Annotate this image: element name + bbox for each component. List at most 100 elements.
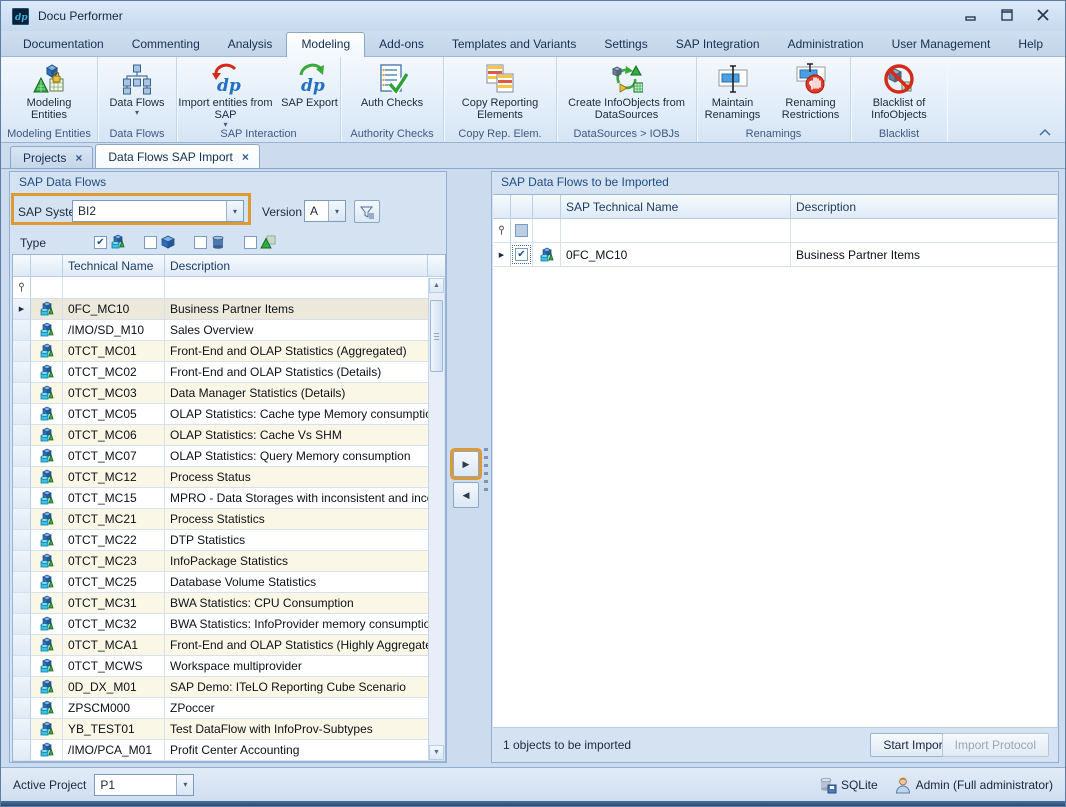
column-header-technical-name[interactable]: Technical Name: [63, 255, 165, 277]
technical-name-cell: 0TCT_MC03: [63, 383, 165, 404]
table-row[interactable]: 0TCT_MC07 OLAP Statistics: Query Memory …: [13, 446, 445, 467]
tab-settings[interactable]: Settings: [590, 33, 661, 56]
filter-button[interactable]: [354, 200, 380, 223]
table-row[interactable]: 0TCT_MC05 OLAP Statistics: Cache type Me…: [13, 404, 445, 425]
table-row[interactable]: ▶ ✔ 0FC_MC10 Business Partner Items: [493, 243, 1057, 267]
collapse-ribbon-icon[interactable]: [1039, 128, 1051, 136]
tab-modeling[interactable]: Modeling: [286, 32, 365, 57]
scrollbar-thumb[interactable]: [430, 300, 443, 372]
table-row[interactable]: 0FC_MC10 Business Partner Items: [13, 299, 445, 320]
filter-icon: [359, 204, 375, 220]
table-row[interactable]: 0TCT_MCA1 Front-End and OLAP Statistics …: [13, 635, 445, 656]
row-indicator: [13, 383, 31, 404]
auth-checks-icon: [376, 63, 408, 95]
table-row[interactable]: 0TCT_MC03 Data Manager Statistics (Detai…: [13, 383, 445, 404]
table-row[interactable]: /IMO/PCA_M01 Profit Center Accounting: [13, 740, 445, 761]
tab-documentation[interactable]: Documentation: [9, 33, 118, 56]
table-row[interactable]: 0TCT_MC23 InfoPackage Statistics: [13, 551, 445, 572]
table-row[interactable]: /IMO/SD_M10 Sales Overview: [13, 320, 445, 341]
filter-cell[interactable]: [165, 277, 445, 299]
title-bar[interactable]: dp Docu Performer: [1, 1, 1065, 31]
panel-splitter[interactable]: [484, 448, 488, 492]
infocube-checkbox[interactable]: [144, 236, 157, 249]
version-combo[interactable]: A ▾: [304, 200, 346, 222]
table-row[interactable]: 0D_DX_M01 SAP Demo: ITeLO Reporting Cube…: [13, 677, 445, 698]
table-row[interactable]: 0TCT_MC22 DTP Statistics: [13, 530, 445, 551]
table-row[interactable]: 0TCT_MC01 Front-End and OLAP Statistics …: [13, 341, 445, 362]
multiprovider-checkbox[interactable]: ✔: [94, 236, 107, 249]
multiprovider-icon: [31, 446, 63, 467]
description-cell: DTP Statistics: [165, 530, 445, 551]
row-checkbox[interactable]: ✔: [515, 248, 528, 261]
auth-checks-button[interactable]: Auth Checks: [349, 60, 435, 110]
data-flows-icon: [121, 63, 153, 95]
filter-cell[interactable]: [511, 219, 533, 243]
filter-cell[interactable]: [791, 219, 1057, 243]
multiprovider-icon: [31, 299, 63, 320]
table-row[interactable]: 0TCT_MC12 Process Status: [13, 467, 445, 488]
vertical-scrollbar[interactable]: ▲ ▼: [428, 278, 444, 760]
column-header-description[interactable]: Description: [791, 195, 1057, 219]
renaming-restrictions-button[interactable]: Renaming Restrictions: [770, 60, 852, 122]
table-row[interactable]: 0TCT_MC31 BWA Statistics: CPU Consumptio…: [13, 593, 445, 614]
datastore-icon: [210, 234, 226, 250]
table-row[interactable]: 0TCT_MC21 Process Statistics: [13, 509, 445, 530]
import-protocol-button[interactable]: Import Protocol: [942, 733, 1049, 757]
table-row[interactable]: YB_TEST01 Test DataFlow with InfoProv-Su…: [13, 719, 445, 740]
import-entities-from-sap-button[interactable]: Import entities from SAP ▾: [175, 60, 277, 129]
close-button[interactable]: [1035, 8, 1051, 22]
tab-user-management[interactable]: User Management: [878, 33, 1005, 56]
column-header-description[interactable]: Description: [165, 255, 428, 277]
filter-cell[interactable]: [533, 219, 561, 243]
chevron-down-icon[interactable]: ▾: [328, 201, 345, 221]
blacklist-of-infoobjects-button[interactable]: Blacklist of InfoObjects: [856, 60, 942, 122]
scroll-down-icon[interactable]: ▼: [429, 745, 444, 760]
select-all-checkbox[interactable]: [515, 224, 528, 237]
tab-projects[interactable]: Projects ×: [10, 146, 93, 169]
row-checkbox-cell[interactable]: ✔: [511, 243, 533, 267]
minimize-button[interactable]: [963, 8, 979, 22]
user-status[interactable]: Admin (Full administrator): [894, 776, 1053, 794]
move-left-button[interactable]: ◀: [453, 482, 479, 508]
close-tab-icon[interactable]: ×: [75, 153, 82, 163]
chevron-down-icon[interactable]: ▾: [226, 201, 243, 221]
tab-analysis[interactable]: Analysis: [214, 33, 287, 56]
copy-reporting-elements-button[interactable]: Copy Reporting Elements: [447, 60, 553, 122]
tab-data-flows-sap-import[interactable]: Data Flows SAP Import ×: [95, 144, 260, 169]
maximize-button[interactable]: [999, 8, 1015, 22]
sap-system-combo[interactable]: BI2 ▾: [72, 200, 244, 222]
filter-cell[interactable]: [63, 277, 165, 299]
move-right-button[interactable]: ▶: [453, 451, 479, 477]
table-row[interactable]: ZPSCM000 ZPoccer: [13, 698, 445, 719]
database-icon: [819, 776, 837, 794]
tab-templates-and-variants[interactable]: Templates and Variants: [438, 33, 591, 56]
column-header-sap-technical-name[interactable]: SAP Technical Name: [561, 195, 791, 219]
sap-export-button[interactable]: SAP Export: [277, 60, 343, 110]
chevron-down-icon[interactable]: ▾: [176, 775, 193, 795]
modeling-entities-button[interactable]: Modeling Entities: [11, 60, 87, 122]
create-infoobjects-button[interactable]: Create InfoObjects from DataSources: [559, 60, 695, 122]
tab-commenting[interactable]: Commenting: [118, 33, 214, 56]
datastore-checkbox[interactable]: [194, 236, 207, 249]
filter-cell[interactable]: [31, 277, 63, 299]
active-project-combo[interactable]: P1 ▾: [94, 774, 194, 796]
table-row[interactable]: 0TCT_MC02 Front-End and OLAP Statistics …: [13, 362, 445, 383]
tab-sap-integration[interactable]: SAP Integration: [662, 33, 774, 56]
type-filter-infoobject: [244, 234, 276, 250]
tab-add-ons[interactable]: Add-ons: [365, 33, 438, 56]
close-tab-icon[interactable]: ×: [242, 152, 249, 162]
technical-name-cell: 0TCT_MC07: [63, 446, 165, 467]
table-row[interactable]: 0TCT_MC25 Database Volume Statistics: [13, 572, 445, 593]
table-row[interactable]: 0TCT_MC32 BWA Statistics: InfoProvider m…: [13, 614, 445, 635]
data-flows-button[interactable]: Data Flows ▾: [99, 60, 175, 117]
table-row[interactable]: 0TCT_MC15 MPRO - Data Storages with inco…: [13, 488, 445, 509]
description-cell: OLAP Statistics: Query Memory consumptio…: [165, 446, 445, 467]
table-row[interactable]: 0TCT_MCWS Workspace multiprovider: [13, 656, 445, 677]
table-row[interactable]: 0TCT_MC06 OLAP Statistics: Cache Vs SHM: [13, 425, 445, 446]
maintain-renamings-button[interactable]: Maintain Renamings: [696, 60, 770, 122]
tab-administration[interactable]: Administration: [774, 33, 878, 56]
scroll-up-icon[interactable]: ▲: [429, 278, 444, 293]
infoobject-checkbox[interactable]: [244, 236, 257, 249]
filter-cell[interactable]: [561, 219, 791, 243]
tab-help[interactable]: Help: [1004, 33, 1057, 56]
